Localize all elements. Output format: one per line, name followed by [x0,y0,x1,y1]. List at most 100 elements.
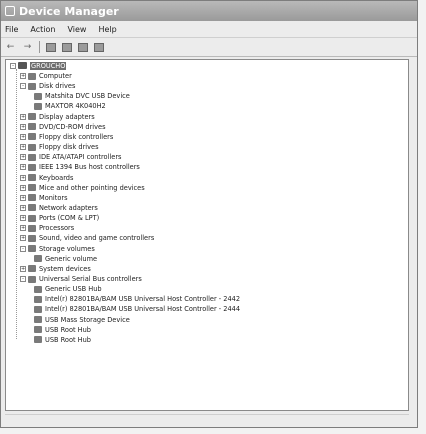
device-label: Processors [39,224,75,233]
device-label: Floppy disk controllers [39,132,114,141]
device-label: MAXTOR 4K040H2 [45,102,106,111]
device-category[interactable]: + Floppy disk drives [20,142,99,152]
device-category[interactable]: + System devices [20,264,91,274]
device-icon [28,153,36,161]
collapse-icon[interactable]: - [20,276,26,282]
device-manager-window: Device Manager File Action View Help ← →… [0,0,418,428]
device-category[interactable]: + Floppy disk controllers [20,132,113,142]
expand-icon[interactable]: + [20,123,26,130]
device-label: Disk drives [39,82,76,91]
expand-icon[interactable]: + [20,73,26,79]
collapse-icon[interactable]: - [20,83,26,90]
device-label: System devices [39,264,91,273]
device-category[interactable]: + Display adapters [20,112,95,122]
title-bar[interactable]: Device Manager [1,1,417,21]
expand-icon[interactable]: + [20,215,26,222]
device-icon [28,163,36,171]
device-label: Matshita DVC USB Device [45,92,130,101]
forward-icon[interactable]: → [22,42,33,52]
collapse-icon[interactable]: - [10,62,16,69]
device-label: Computer [39,72,72,80]
device-item[interactable]: USB Root Hub [32,335,91,345]
device-category[interactable]: + Mice and other pointing devices [20,183,145,193]
device-item[interactable]: Generic volume [32,254,97,264]
device-icon [28,143,36,151]
device-item[interactable]: Generic USB Hub [32,284,102,294]
device-manager-icon [5,6,15,16]
device-category[interactable]: + Processors [20,223,74,233]
device-category[interactable]: - Storage volumes [20,244,95,254]
device-label: Generic volume [45,254,98,263]
tree-root[interactable]: - GROUCHO [10,61,67,71]
expand-icon[interactable]: + [20,265,26,272]
device-category[interactable]: + IDE ATA/ATAPI controllers [20,152,121,162]
collapse-icon[interactable]: - [20,245,26,252]
tree-root-label: GROUCHO [30,61,67,70]
properties-icon[interactable] [46,42,56,52]
device-item[interactable]: Intel(r) 82801BA/BAM USB Universal Host … [32,304,240,314]
device-item[interactable]: USB Mass Storage Device [32,315,130,325]
device-icon [34,316,42,324]
device-icon [28,245,36,253]
device-category[interactable]: + Ports (COM & LPT) [20,213,99,223]
device-category[interactable]: + IEEE 1394 Bus host controllers [20,162,140,172]
device-category[interactable]: + Computer [20,71,72,81]
device-label: Ports (COM & LPT) [39,214,100,223]
tree-guide-line [16,69,17,340]
menu-bar: File Action View Help [1,21,417,37]
expand-icon[interactable]: + [20,235,26,242]
device-item[interactable]: MAXTOR 4K040H2 [32,101,106,111]
scan-hardware-icon[interactable] [94,42,104,52]
expand-icon[interactable]: + [20,174,26,181]
update-driver-icon[interactable] [78,42,88,52]
device-label: IEEE 1394 Bus host controllers [39,163,140,172]
device-label: USB Root Hub [45,335,91,344]
toolbar: ← → [1,37,417,57]
device-icon [34,285,42,293]
device-item[interactable]: USB Root Hub [32,325,91,335]
expand-icon[interactable]: + [20,164,26,171]
menu-action[interactable]: Action [30,25,55,34]
device-category[interactable]: + Network adapters [20,203,98,213]
device-category[interactable]: + DVD/CD-ROM drives [20,122,106,132]
device-category[interactable]: - Universal Serial Bus controllers [20,274,142,284]
menu-file[interactable]: File [5,25,18,34]
expand-icon[interactable]: + [20,194,26,201]
device-icon [28,204,36,212]
expand-icon[interactable]: + [20,154,26,161]
expand-icon[interactable]: + [20,184,26,191]
device-icon [34,305,42,313]
device-label: Display adapters [39,112,95,121]
device-category[interactable]: + Monitors [20,193,68,203]
device-category[interactable]: + Sound, video and game controllers [20,233,154,243]
expand-icon[interactable]: + [20,113,26,120]
device-icon [28,72,36,80]
status-bar [5,414,409,425]
device-icon [34,295,42,303]
device-label: Mice and other pointing devices [39,183,145,192]
device-icon [34,255,42,263]
device-category[interactable]: - Disk drives [20,81,75,91]
device-icon [28,194,36,202]
device-item[interactable]: Matshita DVC USB Device [32,91,130,101]
menu-help[interactable]: Help [98,25,116,34]
device-icon [28,224,36,232]
menu-view[interactable]: View [67,25,86,34]
expand-icon[interactable]: + [20,204,26,211]
device-item[interactable]: Intel(r) 82801BA/BAM USB Universal Host … [32,294,240,304]
device-label: Storage volumes [39,244,95,253]
device-icon [34,336,42,344]
expand-icon[interactable]: + [20,144,26,151]
device-icon [28,214,36,222]
device-icon [34,102,42,110]
expand-icon[interactable]: + [20,225,26,232]
print-icon[interactable] [62,42,72,52]
device-icon [28,174,36,181]
device-tree[interactable]: - GROUCHO + Computer - Disk drives Matshita … [5,59,409,411]
device-label: DVD/CD-ROM drives [39,122,106,131]
expand-icon[interactable]: + [20,133,26,140]
device-label: USB Mass Storage Device [45,315,130,324]
device-category[interactable]: + Keyboards [20,173,73,183]
device-label: Keyboards [39,173,74,182]
back-icon[interactable]: ← [5,42,16,52]
